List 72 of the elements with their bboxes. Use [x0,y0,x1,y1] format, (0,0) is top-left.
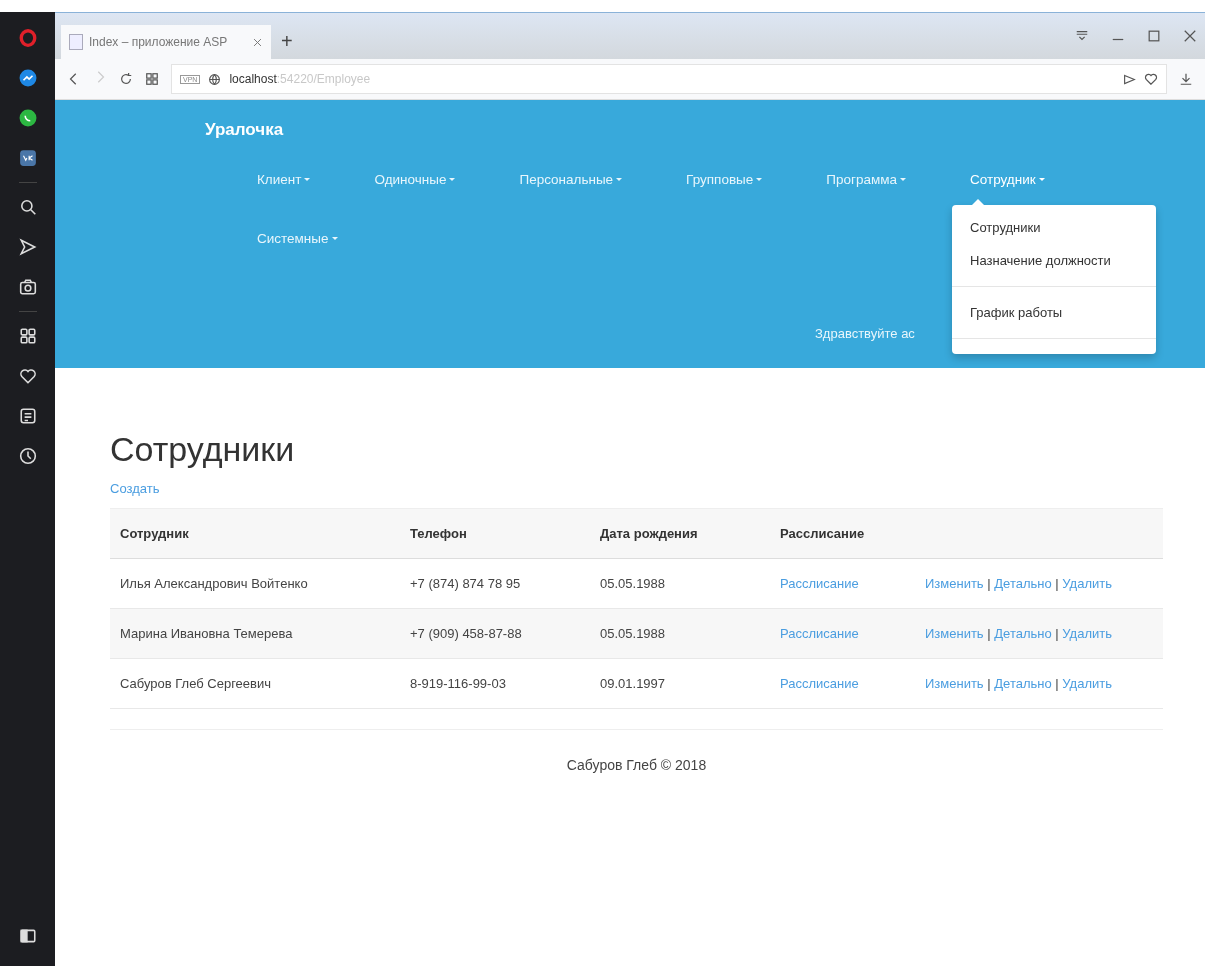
url-text: localhost:54220/Employee [229,72,371,86]
create-link[interactable]: Создать [110,481,160,496]
dropdown-item[interactable]: Назначение должности [952,244,1156,277]
action-link[interactable]: Удалить [1062,576,1112,591]
opera-logo-icon[interactable] [18,29,37,47]
action-link[interactable]: Изменить [925,626,984,641]
page-title: Сотрудники [110,430,295,469]
heart-icon[interactable] [1144,72,1158,86]
close-icon[interactable] [252,36,263,48]
nav-menu[interactable]: Одиночные [374,172,456,187]
schedule-link[interactable]: Расслисание [780,576,859,591]
table-cell: 05.05.1988 [590,558,770,609]
table-cell: Илья Александрович Войтенко [110,558,400,609]
footer-text: Сабуров Глеб © 2018 [566,757,707,773]
clock-icon[interactable] [18,447,37,465]
column-header: Сотрудник [110,508,400,559]
reload-icon[interactable] [119,72,133,86]
page-icon [69,34,83,50]
send-icon[interactable] [18,238,37,256]
table-cell: Сабуров Глеб Сергеевич [110,658,400,709]
link-separator: | [1055,576,1059,591]
link-separator: | [1055,676,1059,691]
dropdown-item[interactable]: График работы [952,296,1156,329]
whatsapp-icon[interactable] [18,109,37,127]
send-icon[interactable] [1123,72,1136,86]
table-cell: 05.05.1988 [590,608,770,659]
schedule-link[interactable]: Расслисание [780,676,859,691]
table-cell: 8-919-116-99-03 [400,658,590,709]
action-link[interactable]: Удалить [1062,626,1112,641]
globe-icon[interactable] [208,72,222,86]
nav-menu[interactable]: Системные [257,231,338,246]
browser-tab[interactable]: Index – приложение ASP [61,25,271,59]
link-separator: | [987,576,991,591]
camera-icon[interactable] [18,278,37,296]
table-cell: +7 (909) 458-87-88 [400,608,590,659]
tab-title: Index – приложение ASP [89,35,229,49]
link-separator: | [987,626,991,641]
schedule-link[interactable]: Расслисание [780,626,859,641]
vk-icon[interactable] [18,149,37,167]
heart-icon[interactable] [18,367,37,385]
column-header: Телефон [400,508,590,559]
column-header: Дата рождения [590,508,770,559]
nav-menu[interactable]: Персональные [519,172,623,187]
table-cell: 09.01.1997 [590,658,770,709]
action-link[interactable]: Детально [994,676,1052,691]
action-link[interactable]: Детально [994,576,1052,591]
sidebar-toggle-icon[interactable] [18,927,37,945]
column-header: Расслисание [770,508,915,559]
menu-icon[interactable] [1075,29,1089,43]
action-link[interactable]: Удалить [1062,676,1112,691]
site-brand[interactable]: Уралочка [205,120,284,140]
news-icon[interactable] [18,407,37,425]
search-icon[interactable] [18,198,37,216]
dropdown-item[interactable]: Сотрудники [952,211,1156,244]
maximize-icon[interactable] [1147,29,1161,43]
action-link[interactable]: Изменить [925,576,984,591]
download-icon[interactable] [1179,72,1193,86]
new-tab-button[interactable]: + [281,30,293,53]
greeting-text: Здравствуйте ас [815,326,915,341]
link-separator: | [1055,626,1059,641]
grid-icon[interactable] [18,327,37,345]
action-link[interactable]: Детально [994,626,1052,641]
nav-menu[interactable]: Сотрудник [970,172,1045,187]
table-cell: Марина Ивановна Темерева [110,608,400,659]
table-cell: +7 (874) 874 78 95 [400,558,590,609]
action-link[interactable]: Изменить [925,676,984,691]
close-icon[interactable] [1183,29,1197,43]
nav-menu[interactable]: Программа [826,172,906,187]
link-separator: | [987,676,991,691]
nav-menu[interactable]: Клиент [257,172,311,187]
nav-menu[interactable]: Групповые [686,172,763,187]
messenger-icon[interactable] [18,69,37,87]
